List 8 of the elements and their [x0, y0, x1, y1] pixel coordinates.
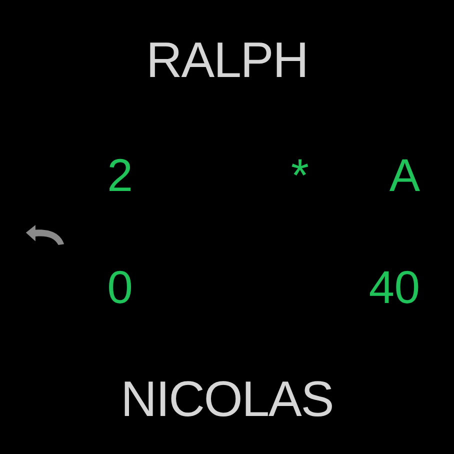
- points-score: 40: [368, 260, 420, 314]
- undo-icon[interactable]: [24, 224, 66, 246]
- player-name: RALPH: [146, 31, 308, 89]
- points-score: A: [388, 148, 420, 202]
- games-score: 0: [106, 260, 134, 314]
- player-name: NICOLAS: [120, 370, 334, 428]
- games-score: 2: [106, 148, 134, 202]
- serve-marker: *: [290, 148, 310, 202]
